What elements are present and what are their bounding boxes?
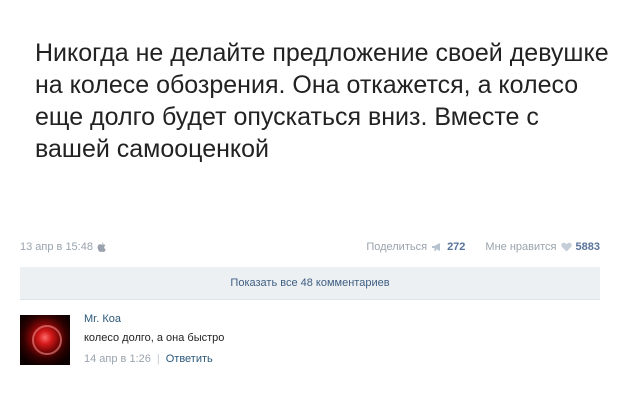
comment-separator: | bbox=[156, 353, 160, 365]
heart-icon bbox=[560, 242, 572, 252]
comment-text: колесо долго, а она быстро bbox=[84, 332, 225, 344]
like-count: 5883 bbox=[575, 241, 600, 253]
avatar[interactable] bbox=[20, 315, 70, 365]
share-button[interactable]: Поделиться 272 bbox=[366, 241, 465, 253]
show-all-comments-label: Показать все 48 комментариев bbox=[230, 277, 390, 289]
like-label: Мне нравится bbox=[485, 241, 557, 253]
avatar-ring bbox=[32, 325, 62, 355]
apple-icon bbox=[97, 241, 106, 253]
show-all-comments-button[interactable]: Показать все 48 комментариев bbox=[20, 267, 600, 299]
post-date-group: 13 апр в 15:48 bbox=[20, 241, 106, 253]
post-meta-row: 13 апр в 15:48 Поделиться 272 Мне нравит… bbox=[20, 238, 600, 256]
share-count: 272 bbox=[447, 241, 466, 253]
divider bbox=[20, 299, 600, 300]
megaphone-icon bbox=[431, 242, 443, 252]
reply-button[interactable]: Ответить bbox=[166, 353, 213, 365]
comment-author[interactable]: Mr. Коа bbox=[84, 313, 121, 325]
comment-date[interactable]: 14 апр в 1:26 bbox=[84, 353, 151, 365]
post-text: Никогда не делайте предложение своей дев… bbox=[35, 39, 609, 163]
share-label: Поделиться bbox=[366, 241, 428, 253]
post-date[interactable]: 13 апр в 15:48 bbox=[20, 241, 93, 253]
post-actions: Поделиться 272 Мне нравится 5883 bbox=[366, 241, 600, 253]
like-button[interactable]: Мне нравится 5883 bbox=[485, 241, 600, 253]
comment-meta: 14 апр в 1:26 | Ответить bbox=[84, 353, 213, 365]
